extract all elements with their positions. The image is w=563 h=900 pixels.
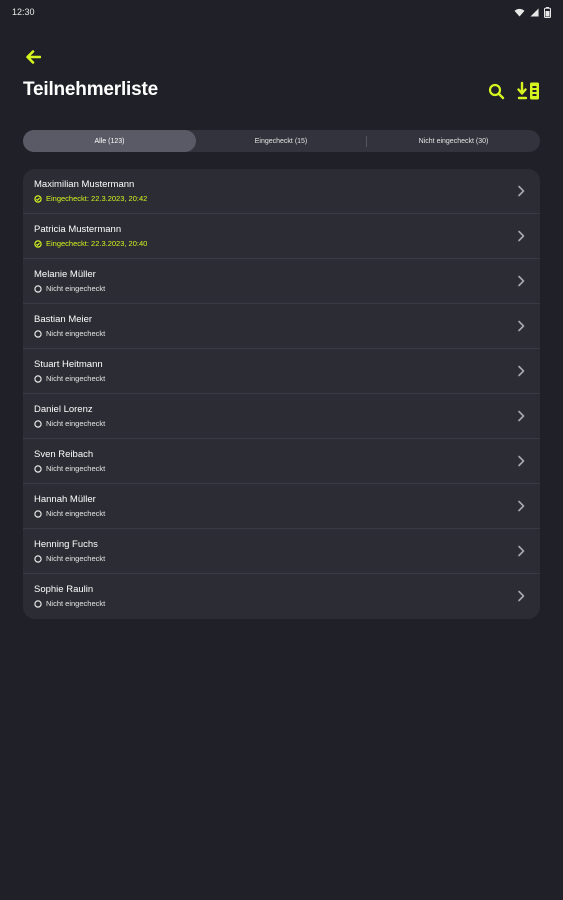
chevron-right-icon	[518, 275, 525, 287]
chevron-right-icon	[518, 590, 525, 602]
attendee-name: Melanie Müller	[34, 269, 96, 280]
attendee-row[interactable]: Henning Fuchs Nicht eingecheckt	[23, 529, 540, 574]
attendee-status-label: Nicht eingecheckt	[46, 599, 106, 608]
status-icons	[514, 6, 551, 18]
filter-tabs: Alle (123) Eingecheckt (15) Nicht eingec…	[23, 130, 540, 152]
wifi-icon	[514, 8, 525, 17]
attendee-name: Stuart Heitmann	[34, 359, 103, 370]
tab-checked-in-label: Eingecheckt (15)	[254, 137, 308, 145]
attendee-status-label: Nicht eingecheckt	[46, 374, 106, 383]
empty-circle-icon	[34, 419, 42, 428]
attendee-name: Maximilian Mustermann	[34, 179, 135, 190]
attendee-status-label: Nicht eingecheckt	[46, 419, 106, 428]
tab-all[interactable]: Alle (123)	[23, 130, 196, 152]
attendee-row[interactable]: Patricia Mustermann Eingecheckt: 22.3.202…	[23, 214, 540, 259]
attendee-status: Nicht eingecheckt	[34, 554, 105, 563]
chevron-right-icon	[518, 185, 525, 197]
attendee-name: Patricia Mustermann	[34, 224, 122, 235]
chevron-right-icon	[518, 320, 525, 332]
attendee-status-label: Eingecheckt: 22.3.2023, 20:40	[46, 239, 148, 248]
attendee-status: Eingecheckt: 22.3.2023, 20:40	[34, 239, 147, 248]
chevron-right-icon	[518, 230, 525, 242]
tab-not-checked-in-label: Nicht eingecheckt (30)	[418, 137, 489, 145]
attendee-row[interactable]: Sven Reibach Nicht eingecheckt	[23, 439, 540, 484]
attendee-list: Maximilian Mustermann Eingecheckt: 22.3.2…	[23, 169, 540, 619]
attendee-name: Sophie Raulin	[34, 584, 94, 595]
empty-circle-icon	[34, 599, 42, 608]
check-circle-icon	[34, 239, 42, 248]
attendee-name: Hannah Müller	[34, 494, 96, 505]
search-button[interactable]	[483, 78, 509, 104]
page-title: Teilnehmerliste	[23, 79, 158, 100]
back-button[interactable]	[22, 46, 44, 68]
signal-icon	[530, 7, 539, 17]
empty-circle-icon	[34, 554, 42, 563]
attendee-status-label: Nicht eingecheckt	[46, 284, 106, 293]
attendee-status-label: Eingecheckt: 22.3.2023, 20:42	[46, 194, 148, 203]
search-icon	[488, 83, 504, 99]
empty-circle-icon	[34, 464, 42, 473]
check-in-button[interactable]	[516, 78, 542, 104]
chevron-right-icon	[518, 545, 525, 557]
check-circle-icon	[34, 194, 42, 203]
attendee-status-label: Nicht eingecheckt	[46, 329, 106, 338]
attendee-row[interactable]: Daniel Lorenz Nicht eingecheckt	[23, 394, 540, 439]
tab-all-label: Alle (123)	[94, 137, 125, 145]
attendee-row[interactable]: Maximilian Mustermann Eingecheckt: 22.3.2…	[23, 169, 540, 214]
attendee-row[interactable]: Sophie Raulin Nicht eingecheckt	[23, 574, 540, 619]
empty-circle-icon	[34, 374, 42, 383]
attendee-row[interactable]: Melanie Müller Nicht eingecheckt	[23, 259, 540, 304]
check-in-icon	[517, 81, 539, 100]
attendee-name: Daniel Lorenz	[34, 404, 93, 415]
attendee-row[interactable]: Stuart Heitmann Nicht eingecheckt	[23, 349, 540, 394]
status-time: 12:30	[12, 7, 35, 17]
chevron-right-icon	[518, 455, 525, 467]
attendee-status: Nicht eingecheckt	[34, 284, 105, 293]
chevron-right-icon	[518, 500, 525, 512]
empty-circle-icon	[34, 284, 42, 293]
status-bar: 12:30	[0, 0, 563, 24]
attendee-status: Nicht eingecheckt	[34, 419, 105, 428]
attendee-name: Henning Fuchs	[34, 539, 98, 550]
tab-checked-in[interactable]: Eingecheckt (15)	[196, 130, 366, 152]
attendee-status: Nicht eingecheckt	[34, 374, 105, 383]
attendee-status-label: Nicht eingecheckt	[46, 509, 106, 518]
attendee-row[interactable]: Bastian Meier Nicht eingecheckt	[23, 304, 540, 349]
attendee-status: Eingecheckt: 22.3.2023, 20:42	[34, 194, 147, 203]
attendee-name: Sven Reibach	[34, 449, 94, 460]
attendee-status: Nicht eingecheckt	[34, 329, 105, 338]
attendee-status: Nicht eingecheckt	[34, 464, 105, 473]
empty-circle-icon	[34, 509, 42, 518]
arrow-left-icon	[26, 50, 41, 64]
battery-icon	[544, 6, 551, 18]
chevron-right-icon	[518, 365, 525, 377]
attendee-row[interactable]: Hannah Müller Nicht eingecheckt	[23, 484, 540, 529]
attendee-name: Bastian Meier	[34, 314, 93, 325]
attendee-status: Nicht eingecheckt	[34, 509, 105, 518]
empty-circle-icon	[34, 329, 42, 338]
tab-not-checked-in[interactable]: Nicht eingecheckt (30)	[367, 130, 540, 152]
attendee-status-label: Nicht eingecheckt	[46, 554, 106, 563]
attendee-status-label: Nicht eingecheckt	[46, 464, 106, 473]
chevron-right-icon	[518, 410, 525, 422]
attendee-status: Nicht eingecheckt	[34, 599, 105, 608]
